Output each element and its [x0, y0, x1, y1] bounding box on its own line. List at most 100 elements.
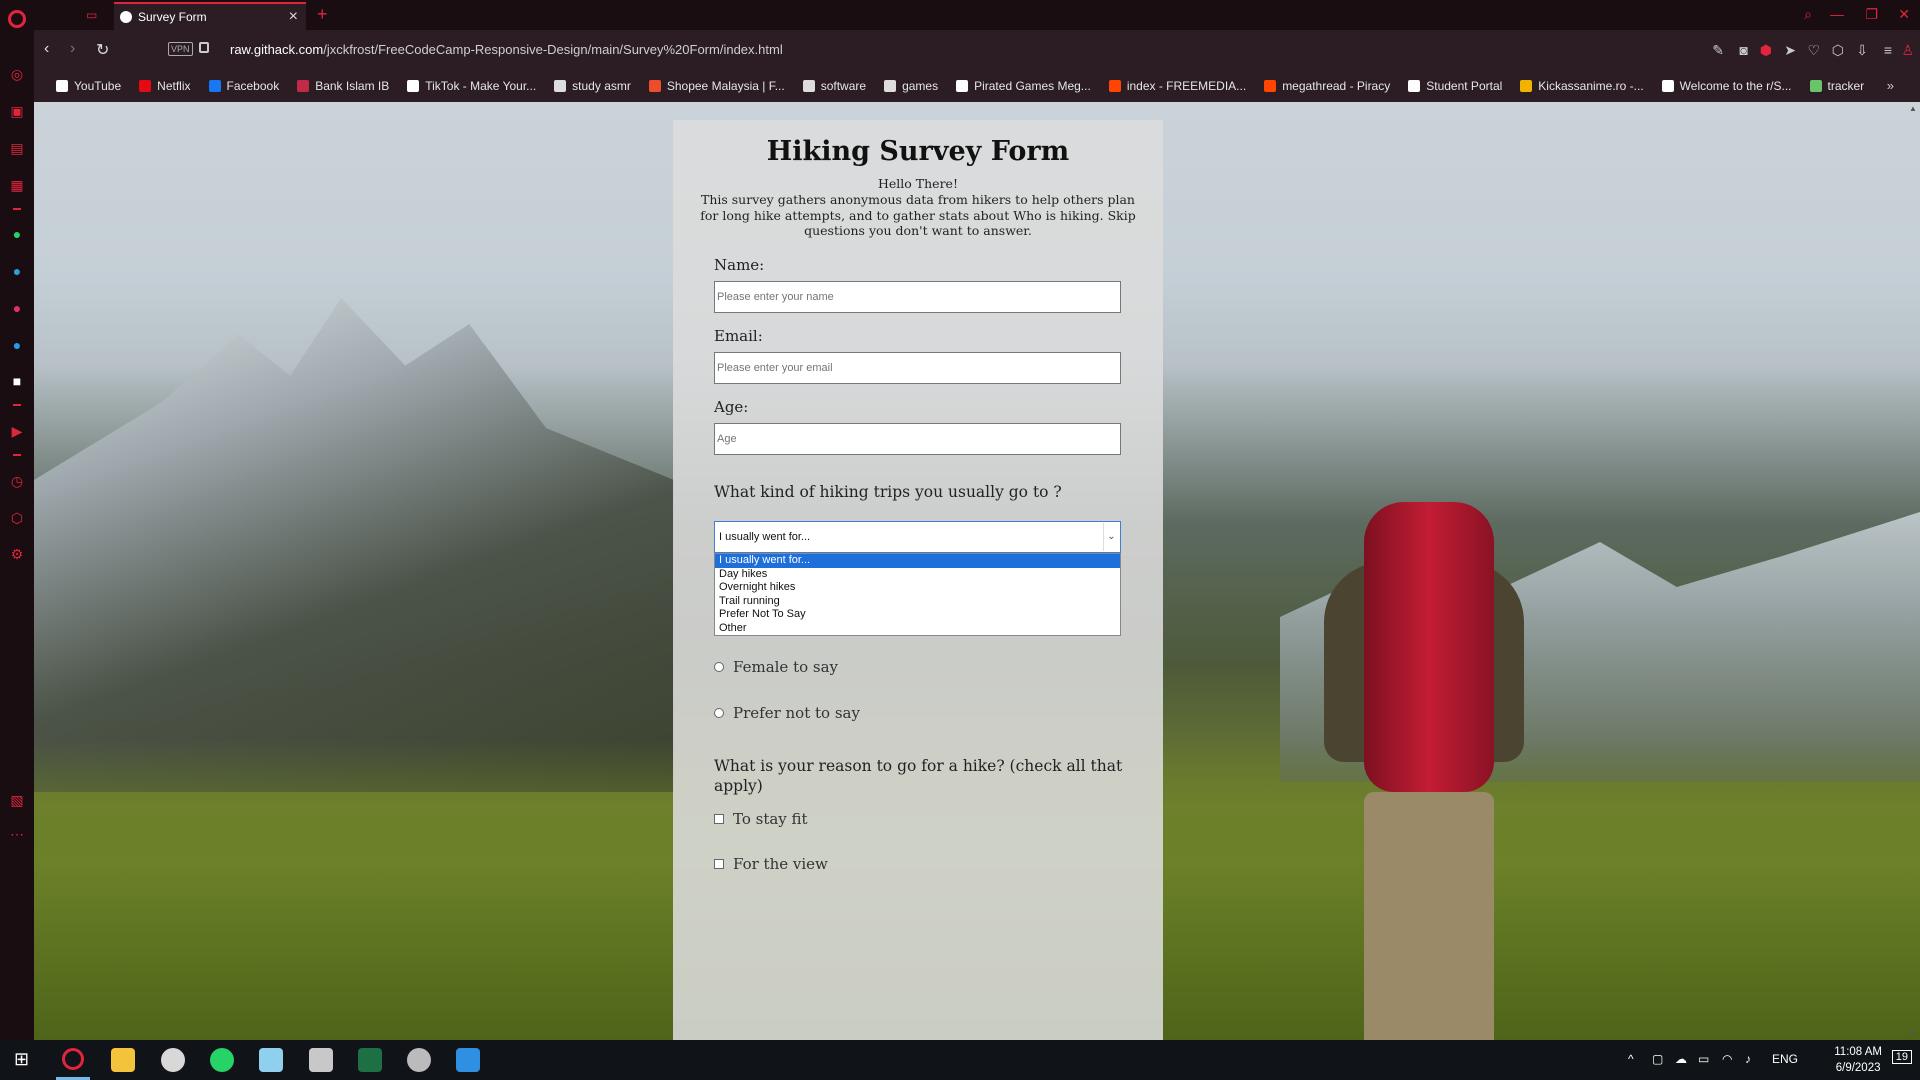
windows-start-icon[interactable]: ⊞ — [14, 1049, 29, 1070]
file-explorer-icon[interactable] — [111, 1048, 135, 1072]
radio-button[interactable] — [714, 662, 724, 672]
telegram-icon[interactable]: ● — [9, 263, 25, 279]
menu-icon[interactable]: ≡ — [1884, 42, 1892, 58]
tray-app-icon[interactable]: ▢ — [1652, 1052, 1663, 1066]
bookmark-item[interactable]: Student Portal — [1408, 79, 1502, 93]
bookmark-item[interactable]: index - FREEMEDIA... — [1108, 79, 1246, 93]
bookmark-item[interactable]: software — [802, 79, 866, 93]
tray-cloud-icon[interactable]: ☁ — [1675, 1052, 1687, 1066]
player-icon[interactable]: ▶ — [9, 423, 25, 439]
twitch-icon[interactable]: ▤ — [9, 140, 25, 156]
checkbox[interactable] — [714, 814, 724, 824]
heart-icon[interactable]: ♡ — [1807, 42, 1820, 59]
bookmark-item[interactable]: Netflix — [139, 79, 191, 93]
bookmark-item[interactable]: Facebook — [208, 79, 279, 93]
chevron-down-icon[interactable]: ⌄ — [1103, 523, 1119, 551]
history-icon[interactable]: ◷ — [9, 473, 25, 489]
printer-icon[interactable] — [309, 1048, 333, 1072]
settings-icon[interactable]: ⚙ — [9, 546, 25, 562]
age-input[interactable] — [714, 423, 1121, 455]
trip-option[interactable]: Day hikes — [715, 568, 1120, 582]
lock-icon[interactable] — [199, 42, 209, 53]
opera-taskbar-icon[interactable] — [62, 1048, 84, 1070]
battery-icon[interactable]: ▭ — [1698, 1052, 1709, 1066]
scroll-up-icon[interactable]: ▲ — [1909, 104, 1917, 113]
discord-icon[interactable]: ■ — [9, 373, 25, 389]
download-icon[interactable]: ⇩ — [1856, 42, 1868, 59]
steam-icon[interactable] — [407, 1048, 431, 1072]
bookmark-item[interactable]: YouTube — [56, 79, 121, 93]
easy-setup-icon[interactable]: ▧ — [9, 792, 25, 808]
bookmark-item[interactable]: study asmr — [554, 79, 631, 93]
bookmark-item[interactable]: Kickassanime.ro -... — [1520, 79, 1644, 93]
checkbox-view[interactable]: For the view — [714, 855, 828, 873]
instagram-icon[interactable]: ● — [9, 300, 25, 316]
notes-icon[interactable] — [259, 1048, 283, 1072]
trip-option[interactable]: Overnight hikes — [715, 581, 1120, 595]
send-icon[interactable]: ➤ — [1784, 42, 1796, 59]
forward-icon[interactable]: › — [70, 40, 75, 58]
restore-icon[interactable]: ❐ — [1865, 6, 1878, 23]
checkbox-view-label: For the view — [733, 855, 828, 873]
snapshot-icon[interactable]: ◙ — [1740, 42, 1748, 58]
more-icon[interactable]: ⋯ — [9, 826, 25, 842]
tab-islands-icon[interactable]: ▭ — [86, 8, 97, 22]
extensions-icon[interactable]: ⬡ — [9, 510, 25, 526]
minimize-icon[interactable]: — — [1830, 6, 1844, 22]
bookmark-item[interactable]: megathread - Piracy — [1264, 79, 1390, 93]
checkbox[interactable] — [714, 859, 724, 869]
wifi-icon[interactable]: ◠ — [1722, 1052, 1732, 1066]
bookmark-item[interactable]: Bank Islam IB — [297, 79, 389, 93]
checkbox-stay-fit[interactable]: To stay fit — [714, 810, 808, 828]
radio-button[interactable] — [714, 708, 724, 718]
language-indicator[interactable]: ENG — [1772, 1052, 1798, 1066]
tab-survey-form[interactable]: Survey Form × — [114, 2, 306, 30]
whatsapp-taskbar-icon[interactable] — [210, 1048, 234, 1072]
tray-overflow-icon[interactable]: ^ — [1628, 1052, 1634, 1066]
vpn-badge[interactable]: VPN — [168, 42, 193, 56]
profile-icon[interactable]: ♙ — [1901, 42, 1914, 59]
page-scrollbar[interactable]: ▲ ▼ — [1906, 102, 1920, 1040]
app-icon[interactable] — [161, 1048, 185, 1072]
email-input[interactable] — [714, 352, 1121, 384]
reload-icon[interactable]: ↻ — [96, 40, 109, 60]
opera-logo-icon[interactable] — [8, 10, 26, 28]
bookmarks-more-icon[interactable]: » — [1887, 78, 1894, 93]
system-clock[interactable]: 11:08 AM 6/9/2023 — [1834, 1044, 1882, 1076]
close-window-icon[interactable]: ✕ — [1898, 6, 1910, 23]
bookmark-item[interactable]: Welcome to the r/S... — [1661, 79, 1792, 93]
bag-icon[interactable]: ▣ — [9, 103, 25, 119]
back-icon[interactable]: ‹ — [44, 40, 49, 58]
bookmark-item[interactable]: TikTok - Make Your... — [407, 79, 536, 93]
notifications-badge[interactable]: 19 — [1891, 1050, 1912, 1064]
speed-dial-icon[interactable]: ◎ — [9, 66, 25, 82]
edit-icon[interactable]: ✎ — [1712, 42, 1724, 59]
address-field[interactable]: raw.githack.com/jxckfrost/FreeCodeCamp-R… — [230, 42, 783, 57]
bookmark-item[interactable]: tracker — [1809, 79, 1864, 93]
trip-select[interactable]: I usually went for... ⌄ — [714, 521, 1121, 553]
form-title: Hiking Survey Form — [766, 136, 1070, 167]
bookmark-item[interactable]: Pirated Games Meg... — [956, 79, 1091, 93]
cube-icon[interactable]: ⬡ — [1832, 42, 1844, 59]
scroll-down-icon[interactable]: ▼ — [1909, 1029, 1917, 1038]
photos-icon[interactable] — [456, 1048, 480, 1072]
radio-female[interactable]: Female to say — [714, 658, 838, 676]
adblock-icon[interactable]: ⬢ — [1760, 42, 1772, 59]
calendar-icon[interactable]: ▦ — [9, 177, 25, 193]
trip-option[interactable]: I usually went for... — [715, 554, 1120, 568]
twitter-icon[interactable]: ● — [9, 337, 25, 353]
volume-icon[interactable]: ♪ — [1745, 1052, 1751, 1066]
excel-icon[interactable] — [358, 1048, 382, 1072]
trip-option[interactable]: Other — [715, 622, 1120, 636]
tab-close-icon[interactable]: × — [289, 8, 298, 26]
search-tabs-icon[interactable]: ⌕ — [1804, 6, 1812, 23]
bookmark-item[interactable]: Shopee Malaysia | F... — [648, 79, 785, 93]
new-tab-button[interactable]: + — [317, 4, 328, 25]
trip-option[interactable]: Prefer Not To Say — [715, 608, 1120, 622]
trip-option[interactable]: Trail running — [715, 595, 1120, 609]
radio-prefer-not[interactable]: Prefer not to say — [714, 704, 860, 722]
bookmark-label: megathread - Piracy — [1282, 79, 1391, 93]
name-input[interactable] — [714, 281, 1121, 313]
whatsapp-icon[interactable]: ● — [9, 226, 25, 242]
bookmark-item[interactable]: games — [884, 79, 938, 93]
